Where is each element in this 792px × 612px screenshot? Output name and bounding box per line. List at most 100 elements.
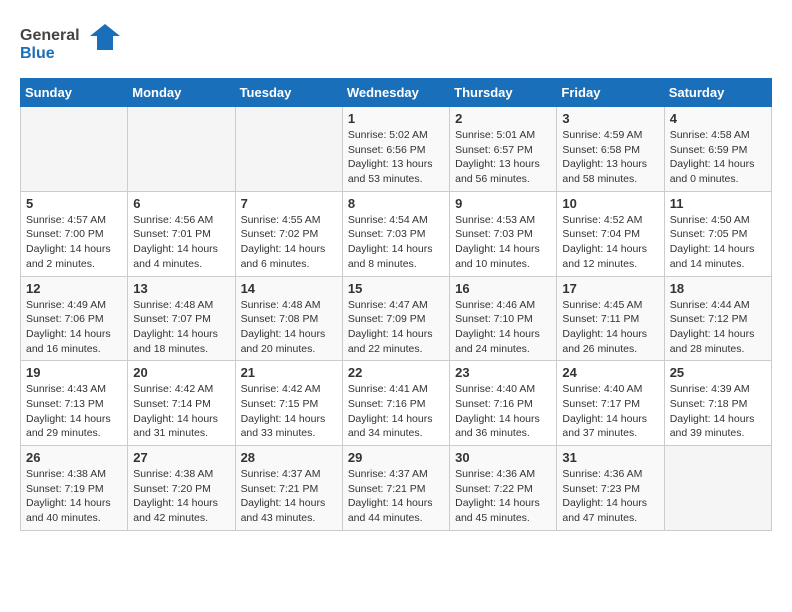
weekday-header-monday: Monday [128,79,235,107]
calendar-cell: 15Sunrise: 4:47 AMSunset: 7:09 PMDayligh… [342,276,449,361]
day-number: 12 [26,281,122,296]
day-number: 18 [670,281,766,296]
cell-text-line: Daylight: 14 hours and 10 minutes. [455,242,551,271]
cell-text-line: Sunrise: 4:36 AM [455,467,551,482]
cell-text-line: Sunrise: 4:55 AM [241,213,337,228]
cell-text-line: Daylight: 13 hours and 58 minutes. [562,157,658,186]
calendar-cell: 8Sunrise: 4:54 AMSunset: 7:03 PMDaylight… [342,191,449,276]
day-number: 27 [133,450,229,465]
cell-content: Sunrise: 4:36 AMSunset: 7:23 PMDaylight:… [562,467,658,526]
calendar-cell: 3 Sunrise: 4:59 AMSunset: 6:58 PMDaylight… [557,107,664,192]
cell-text-line: Daylight: 14 hours and 34 minutes. [348,412,444,441]
cell-text-line: Sunrise: 4:53 AM [455,213,551,228]
cell-content: Sunrise: 4:38 AMSunset: 7:20 PMDaylight:… [133,467,229,526]
cell-content: Sunrise: 4:48 AMSunset: 7:07 PMDaylight:… [133,298,229,357]
cell-text-line: Sunset: 6:59 PM [670,143,766,158]
logo: GeneralBlue [20,20,130,68]
cell-text-line: Sunset: 7:07 PM [133,312,229,327]
cell-text-line: Daylight: 14 hours and 45 minutes. [455,496,551,525]
cell-content: Sunrise: 4:47 AMSunset: 7:09 PMDaylight:… [348,298,444,357]
cell-text-line: Sunset: 7:14 PM [133,397,229,412]
cell-text-line: Sunrise: 4:39 AM [670,382,766,397]
cell-content: Sunrise: 4:58 AMSunset: 6:59 PMDaylight:… [670,128,766,187]
cell-text-line: Sunrise: 4:59 AM [562,128,658,143]
svg-text:Blue: Blue [20,45,55,62]
cell-content: Sunrise: 4:37 AMSunset: 7:21 PMDaylight:… [241,467,337,526]
cell-text-line: Sunrise: 4:37 AM [241,467,337,482]
day-number: 14 [241,281,337,296]
calendar-cell: 20Sunrise: 4:42 AMSunset: 7:14 PMDayligh… [128,361,235,446]
cell-text-line: Sunset: 7:04 PM [562,227,658,242]
day-number: 20 [133,365,229,380]
calendar-cell: 12Sunrise: 4:49 AMSunset: 7:06 PMDayligh… [21,276,128,361]
calendar-cell: 13Sunrise: 4:48 AMSunset: 7:07 PMDayligh… [128,276,235,361]
cell-text-line: Sunrise: 4:37 AM [348,467,444,482]
cell-text-line: Sunset: 6:58 PM [562,143,658,158]
cell-text-line: Daylight: 14 hours and 2 minutes. [26,242,122,271]
day-number: 10 [562,196,658,211]
cell-content: Sunrise: 4:50 AMSunset: 7:05 PMDaylight:… [670,213,766,272]
cell-content: Sunrise: 4:52 AMSunset: 7:04 PMDaylight:… [562,213,658,272]
day-number: 30 [455,450,551,465]
cell-text-line: Daylight: 14 hours and 12 minutes. [562,242,658,271]
calendar-cell: 17Sunrise: 4:45 AMSunset: 7:11 PMDayligh… [557,276,664,361]
day-number: 22 [348,365,444,380]
weekday-header-tuesday: Tuesday [235,79,342,107]
cell-text-line: Sunrise: 4:58 AM [670,128,766,143]
calendar-cell [128,107,235,192]
cell-content: Sunrise: 4:40 AMSunset: 7:17 PMDaylight:… [562,382,658,441]
cell-text-line: Sunset: 7:11 PM [562,312,658,327]
cell-text-line: Sunset: 7:20 PM [133,482,229,497]
calendar-cell: 16Sunrise: 4:46 AMSunset: 7:10 PMDayligh… [450,276,557,361]
calendar-cell: 23Sunrise: 4:40 AMSunset: 7:16 PMDayligh… [450,361,557,446]
day-number: 6 [133,196,229,211]
cell-text-line: Sunrise: 5:02 AM [348,128,444,143]
calendar-cell: 7Sunrise: 4:55 AMSunset: 7:02 PMDaylight… [235,191,342,276]
day-number: 9 [455,196,551,211]
cell-text-line: Sunrise: 4:47 AM [348,298,444,313]
cell-text-line: Daylight: 14 hours and 24 minutes. [455,327,551,356]
cell-content: Sunrise: 4:38 AMSunset: 7:19 PMDaylight:… [26,467,122,526]
cell-text-line: Sunrise: 4:48 AM [133,298,229,313]
cell-content: Sunrise: 5:02 AMSunset: 6:56 PMDaylight:… [348,128,444,187]
cell-text-line: Sunrise: 4:44 AM [670,298,766,313]
day-number: 28 [241,450,337,465]
cell-content: Sunrise: 4:55 AMSunset: 7:02 PMDaylight:… [241,213,337,272]
cell-text-line: Daylight: 14 hours and 20 minutes. [241,327,337,356]
cell-text-line: Sunset: 7:23 PM [562,482,658,497]
weekday-header-wednesday: Wednesday [342,79,449,107]
cell-content: Sunrise: 4:43 AMSunset: 7:13 PMDaylight:… [26,382,122,441]
cell-text-line: Sunset: 6:56 PM [348,143,444,158]
cell-text-line: Sunset: 7:02 PM [241,227,337,242]
day-number: 16 [455,281,551,296]
day-number: 3 [562,111,658,126]
cell-text-line: Daylight: 14 hours and 29 minutes. [26,412,122,441]
calendar-cell: 25Sunrise: 4:39 AMSunset: 7:18 PMDayligh… [664,361,771,446]
cell-content: Sunrise: 4:57 AMSunset: 7:00 PMDaylight:… [26,213,122,272]
weekday-header-friday: Friday [557,79,664,107]
cell-text-line: Sunrise: 4:42 AM [133,382,229,397]
day-number: 11 [670,196,766,211]
cell-text-line: Sunrise: 4:45 AM [562,298,658,313]
day-number: 2 [455,111,551,126]
cell-content: Sunrise: 5:01 AMSunset: 6:57 PMDaylight:… [455,128,551,187]
calendar-cell: 2 Sunrise: 5:01 AMSunset: 6:57 PMDaylight… [450,107,557,192]
weekday-header-sunday: Sunday [21,79,128,107]
calendar-cell [235,107,342,192]
calendar-cell: 24Sunrise: 4:40 AMSunset: 7:17 PMDayligh… [557,361,664,446]
weekday-header-saturday: Saturday [664,79,771,107]
day-number: 26 [26,450,122,465]
cell-text-line: Sunset: 7:08 PM [241,312,337,327]
logo-svg: GeneralBlue [20,20,130,68]
cell-text-line: Daylight: 14 hours and 44 minutes. [348,496,444,525]
cell-content: Sunrise: 4:42 AMSunset: 7:15 PMDaylight:… [241,382,337,441]
cell-content: Sunrise: 4:36 AMSunset: 7:22 PMDaylight:… [455,467,551,526]
week-row-2: 5Sunrise: 4:57 AMSunset: 7:00 PMDaylight… [21,191,772,276]
day-number: 29 [348,450,444,465]
cell-content: Sunrise: 4:48 AMSunset: 7:08 PMDaylight:… [241,298,337,357]
cell-text-line: Sunset: 7:15 PM [241,397,337,412]
calendar-cell: 21Sunrise: 4:42 AMSunset: 7:15 PMDayligh… [235,361,342,446]
cell-text-line: Daylight: 14 hours and 28 minutes. [670,327,766,356]
cell-text-line: Daylight: 14 hours and 33 minutes. [241,412,337,441]
week-row-5: 26 Sunrise: 4:38 AMSunset: 7:19 PMDayligh… [21,446,772,531]
